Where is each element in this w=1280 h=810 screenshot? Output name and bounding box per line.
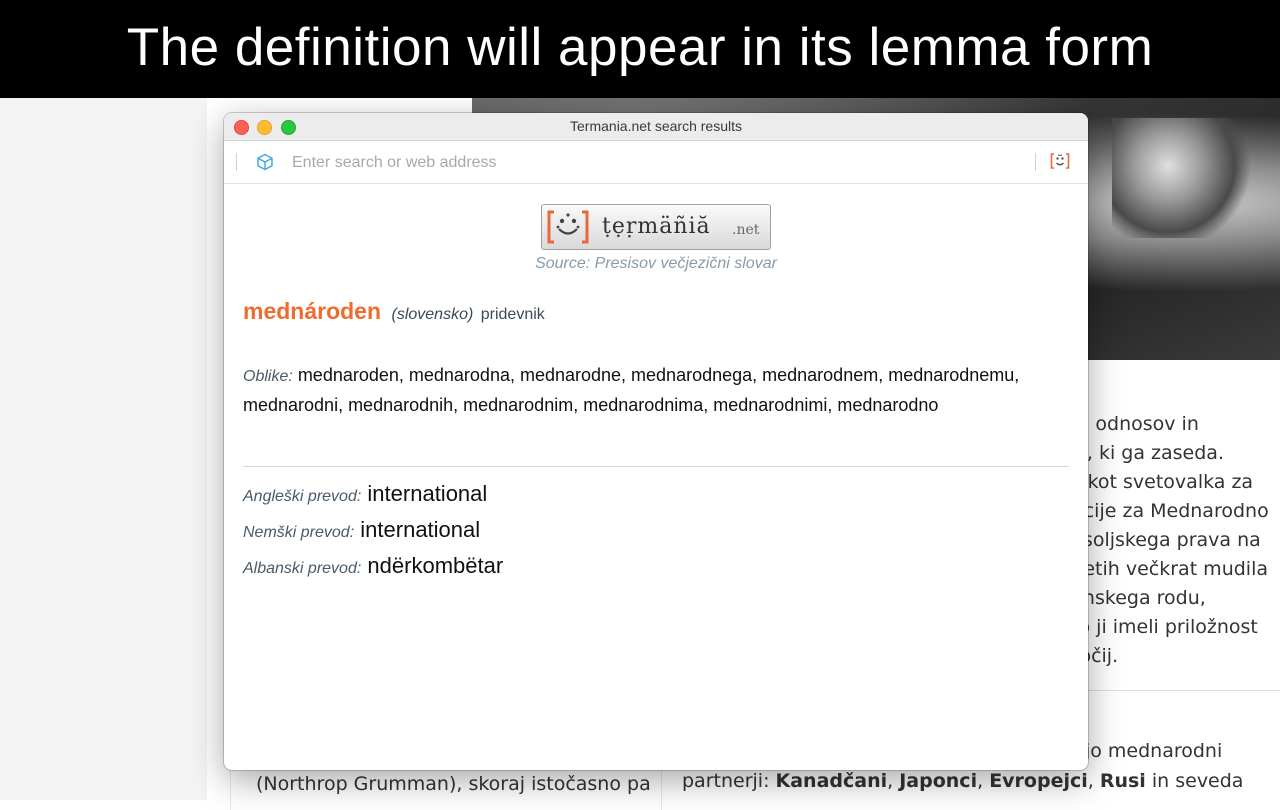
translation-label: Nemški prevod: — [243, 524, 355, 541]
translation-value: international — [360, 517, 481, 542]
dictionary-source: Source: Presisov večjezični slovar — [535, 255, 777, 272]
translation-row: Angleški prevod: international — [243, 481, 487, 507]
article-line: dročij. — [1060, 645, 1119, 667]
search-results-window: Termania.net search results Enter search… — [224, 113, 1088, 770]
partners-prefix: partnerji: — [682, 770, 776, 792]
article-line: žaj, ki ga zaseda. — [1060, 442, 1224, 464]
address-toolbar — [224, 141, 1088, 184]
termania-logo[interactable]: ṭẹṛmäñiă .net — [541, 204, 771, 250]
section-divider — [243, 466, 1069, 467]
termania-logo-mark-icon — [547, 210, 589, 244]
headword: mednároden — [243, 298, 382, 324]
partner-sep: , — [1087, 770, 1100, 792]
logo-wordmark: ṭẹṛmäñiă — [602, 214, 711, 239]
background-article-text: nih odnosov in žaj, ki ga zaseda. sa kot… — [1060, 410, 1269, 671]
article-line: h letih večkrat mudila — [1060, 558, 1268, 580]
partner-name: Japonci — [899, 770, 978, 792]
window-title: Termania.net search results — [570, 118, 742, 134]
background-divider — [1060, 690, 1280, 691]
translation-label: Albanski prevod: — [243, 560, 362, 577]
article-line: vesoljskega prava na — [1060, 529, 1261, 551]
forms-list: mednaroden, mednarodna, mednarodne, medn… — [243, 365, 1020, 415]
address-input[interactable] — [290, 149, 994, 177]
translation-row: Albanski prevod: ndërkombëtar — [243, 553, 503, 579]
translation-value: international — [367, 481, 488, 506]
partner-name: Evropejci — [989, 770, 1088, 792]
partners-suffix: in seveda — [1145, 770, 1244, 792]
article-line: sa kot svetovalka za — [1060, 471, 1254, 493]
translation-value: ndërkombëtar — [367, 553, 504, 578]
result-content: ṭẹṛmäñiă .net Source: Presisov večjezičn… — [224, 183, 1088, 770]
window-titlebar[interactable]: Termania.net search results — [224, 113, 1088, 141]
cube-icon — [257, 153, 273, 171]
part-of-speech: pridevnik — [480, 306, 545, 323]
article-line: venskega rodu, — [1060, 587, 1206, 609]
toolbar-separator — [236, 153, 237, 171]
headword-language: (slovensko) — [391, 306, 474, 323]
word-forms: Oblike: mednaroden, mednarodna, mednarod… — [243, 361, 1063, 420]
article-fragment-left: (Northrop Grumman), skoraj istočasno pa — [256, 773, 651, 795]
partner-sep: , — [887, 770, 900, 792]
caption-banner: The definition will appear in its lemma … — [0, 0, 1280, 98]
article-line: mo ji imeli priložnost — [1060, 616, 1258, 638]
article-line: encije za Mednarodno — [1060, 500, 1269, 522]
translation-label: Angleški prevod: — [243, 488, 362, 505]
background-sidebar — [0, 98, 207, 800]
partner-name: Rusi — [1099, 770, 1146, 792]
article-fragment: jejo mednarodni — [1068, 740, 1223, 762]
toolbar-separator — [1035, 153, 1036, 171]
translation-row: Nemški prevod: international — [243, 517, 480, 543]
article-partners-line: partnerji: Kanadčani, Japonci, Evropejci… — [682, 770, 1243, 792]
article-line: nih odnosov in — [1060, 413, 1199, 435]
forms-label: Oblike: — [243, 368, 293, 385]
termania-extension-icon[interactable] — [1050, 152, 1070, 170]
headword-row: mednároden (slovensko) pridevnik — [243, 298, 545, 325]
logo-suffix: .net — [732, 222, 760, 238]
partner-sep: , — [977, 770, 990, 792]
caption-text: The definition will appear in its lemma … — [126, 17, 1154, 77]
partner-name: Kanadčani — [775, 770, 888, 792]
